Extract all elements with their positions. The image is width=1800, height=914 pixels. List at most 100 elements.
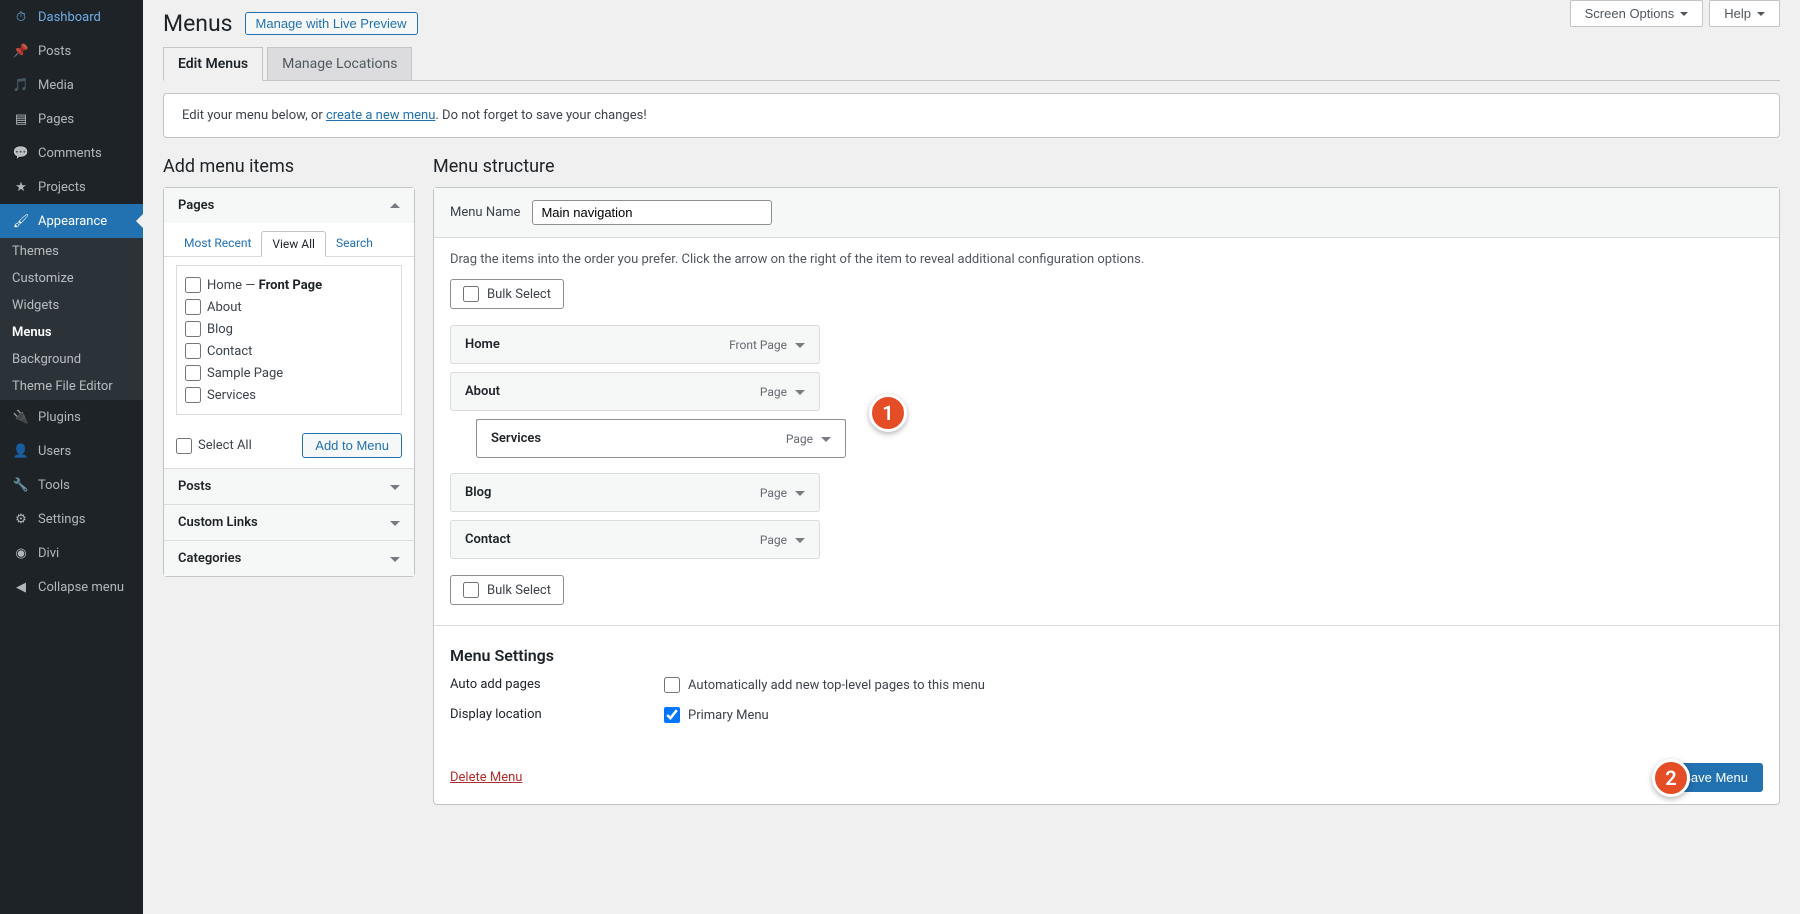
- page-option-home[interactable]: Home — Front Page: [185, 274, 393, 296]
- sidebar-item-tools[interactable]: 🔧Tools: [0, 468, 143, 502]
- menu-item-about[interactable]: AboutPage: [450, 372, 820, 411]
- divi-icon: ◉: [12, 544, 30, 562]
- page-option-contact[interactable]: Contact: [185, 340, 393, 362]
- chevron-up-icon: [390, 198, 400, 208]
- checkbox-home[interactable]: [185, 277, 201, 293]
- pages-icon: ▤: [12, 110, 30, 128]
- collapse-icon: ◀: [12, 578, 30, 596]
- add-items-title: Add menu items: [163, 156, 415, 177]
- menu-item-home[interactable]: HomeFront Page: [450, 325, 820, 364]
- plugin-icon: 🔌: [12, 408, 30, 426]
- chevron-down-icon[interactable]: [795, 491, 805, 501]
- auto-add-checkbox[interactable]: [664, 677, 680, 693]
- dashboard-icon: ⏱: [12, 8, 30, 26]
- sidebar-item-media[interactable]: 🎵Media: [0, 68, 143, 102]
- page-option-about[interactable]: About: [185, 296, 393, 318]
- annotation-badge-1: 1: [869, 394, 907, 432]
- page-option-blog[interactable]: Blog: [185, 318, 393, 340]
- annotation-badge-2: 2: [1652, 759, 1690, 797]
- sidebar-item-appearance[interactable]: 🖌Appearance: [0, 204, 143, 238]
- select-all-checkbox[interactable]: [176, 438, 192, 454]
- checkbox-about[interactable]: [185, 299, 201, 315]
- primary-menu-checkbox[interactable]: [664, 707, 680, 723]
- menu-name-input[interactable]: [532, 200, 772, 225]
- chevron-down-icon[interactable]: [795, 538, 805, 548]
- menu-structure-title: Menu structure: [433, 156, 1780, 177]
- tab-view-all[interactable]: View All: [261, 231, 326, 257]
- sidebar-item-collapse[interactable]: ◀Collapse menu: [0, 570, 143, 604]
- sidebar-item-divi[interactable]: ◉Divi: [0, 536, 143, 570]
- accordion-posts-header[interactable]: Posts: [164, 469, 414, 504]
- display-location-label: Display location: [450, 707, 664, 722]
- brush-icon: 🖌: [12, 212, 30, 230]
- comments-icon: 💬: [12, 144, 30, 162]
- submenu-themes[interactable]: Themes: [0, 238, 143, 265]
- settings-icon: ⚙: [12, 510, 30, 528]
- submenu-background[interactable]: Background: [0, 346, 143, 373]
- auto-add-option[interactable]: Automatically add new top-level pages to…: [664, 677, 985, 693]
- delete-menu-link[interactable]: Delete Menu: [450, 770, 522, 785]
- bulk-select-bottom[interactable]: Bulk Select: [450, 575, 564, 605]
- drag-hint: Drag the items into the order you prefer…: [450, 252, 1763, 267]
- tab-edit-menus[interactable]: Edit Menus: [163, 47, 263, 81]
- chevron-down-icon: [1757, 12, 1765, 20]
- create-new-menu-link[interactable]: create a new menu: [326, 108, 435, 123]
- chevron-down-icon[interactable]: [795, 390, 805, 400]
- page-option-services[interactable]: Services: [185, 384, 393, 406]
- bulk-select-top[interactable]: Bulk Select: [450, 279, 564, 309]
- main-content: Screen Options Help Menus Manage with Li…: [143, 0, 1800, 914]
- submenu-menus[interactable]: Menus: [0, 319, 143, 346]
- sidebar-item-settings[interactable]: ⚙Settings: [0, 502, 143, 536]
- tools-icon: 🔧: [12, 476, 30, 494]
- live-preview-button[interactable]: Manage with Live Preview: [245, 12, 418, 35]
- help-button[interactable]: Help: [1709, 0, 1780, 27]
- chevron-down-icon: [1680, 12, 1688, 20]
- tab-most-recent[interactable]: Most Recent: [174, 231, 261, 256]
- checkbox-contact[interactable]: [185, 343, 201, 359]
- chevron-down-icon: [390, 485, 400, 495]
- menu-settings-title: Menu Settings: [450, 646, 1763, 665]
- page-option-sample[interactable]: Sample Page: [185, 362, 393, 384]
- chevron-down-icon[interactable]: [795, 343, 805, 353]
- screen-options-button[interactable]: Screen Options: [1570, 0, 1704, 27]
- submenu-widgets[interactable]: Widgets: [0, 292, 143, 319]
- sidebar-item-projects[interactable]: ★Projects: [0, 170, 143, 204]
- accordion-pages-header[interactable]: Pages: [164, 188, 414, 223]
- menu-item-services[interactable]: ServicesPage: [476, 419, 846, 458]
- sidebar-item-pages[interactable]: ▤Pages: [0, 102, 143, 136]
- auto-add-label: Auto add pages: [450, 677, 664, 692]
- admin-sidebar: ⏱Dashboard 📌Posts 🎵Media ▤Pages 💬Comment…: [0, 0, 143, 914]
- sidebar-item-comments[interactable]: 💬Comments: [0, 136, 143, 170]
- tab-search[interactable]: Search: [326, 231, 383, 256]
- accordion-custom-links-header[interactable]: Custom Links: [164, 505, 414, 540]
- menu-name-label: Menu Name: [450, 205, 520, 220]
- pages-checklist: Home — Front Page About Blog Contact Sam…: [176, 265, 402, 415]
- accordion-categories-header[interactable]: Categories: [164, 541, 414, 576]
- menu-item-contact[interactable]: ContactPage: [450, 520, 820, 559]
- submenu-customize[interactable]: Customize: [0, 265, 143, 292]
- bulk-select-checkbox-bottom[interactable]: [463, 582, 479, 598]
- projects-icon: ★: [12, 178, 30, 196]
- info-box: Edit your menu below, or create a new me…: [163, 93, 1780, 138]
- display-location-option[interactable]: Primary Menu: [664, 707, 769, 723]
- submenu-theme-file-editor[interactable]: Theme File Editor: [0, 373, 143, 400]
- checkbox-sample[interactable]: [185, 365, 201, 381]
- tab-manage-locations[interactable]: Manage Locations: [267, 47, 412, 80]
- menu-items-list: HomeFront Page AboutPage ServicesPage Bl…: [450, 325, 1763, 559]
- nav-tabs: Edit Menus Manage Locations: [163, 47, 1780, 81]
- menu-item-blog[interactable]: BlogPage: [450, 473, 820, 512]
- sidebar-item-dashboard[interactable]: ⏱Dashboard: [0, 0, 143, 34]
- sidebar-item-plugins[interactable]: 🔌Plugins: [0, 400, 143, 434]
- page-title: Menus: [163, 10, 233, 37]
- checkbox-services[interactable]: [185, 387, 201, 403]
- sidebar-item-users[interactable]: 👤Users: [0, 434, 143, 468]
- add-items-accordion: Pages Most Recent View All Search Home —…: [163, 187, 415, 577]
- chevron-down-icon: [390, 521, 400, 531]
- checkbox-blog[interactable]: [185, 321, 201, 337]
- bulk-select-checkbox-top[interactable]: [463, 286, 479, 302]
- sidebar-item-posts[interactable]: 📌Posts: [0, 34, 143, 68]
- add-to-menu-button[interactable]: Add to Menu: [302, 433, 402, 458]
- chevron-down-icon[interactable]: [821, 437, 831, 447]
- menu-structure-panel: Menu Name Drag the items into the order …: [433, 187, 1780, 805]
- select-all-label[interactable]: Select All: [176, 438, 252, 454]
